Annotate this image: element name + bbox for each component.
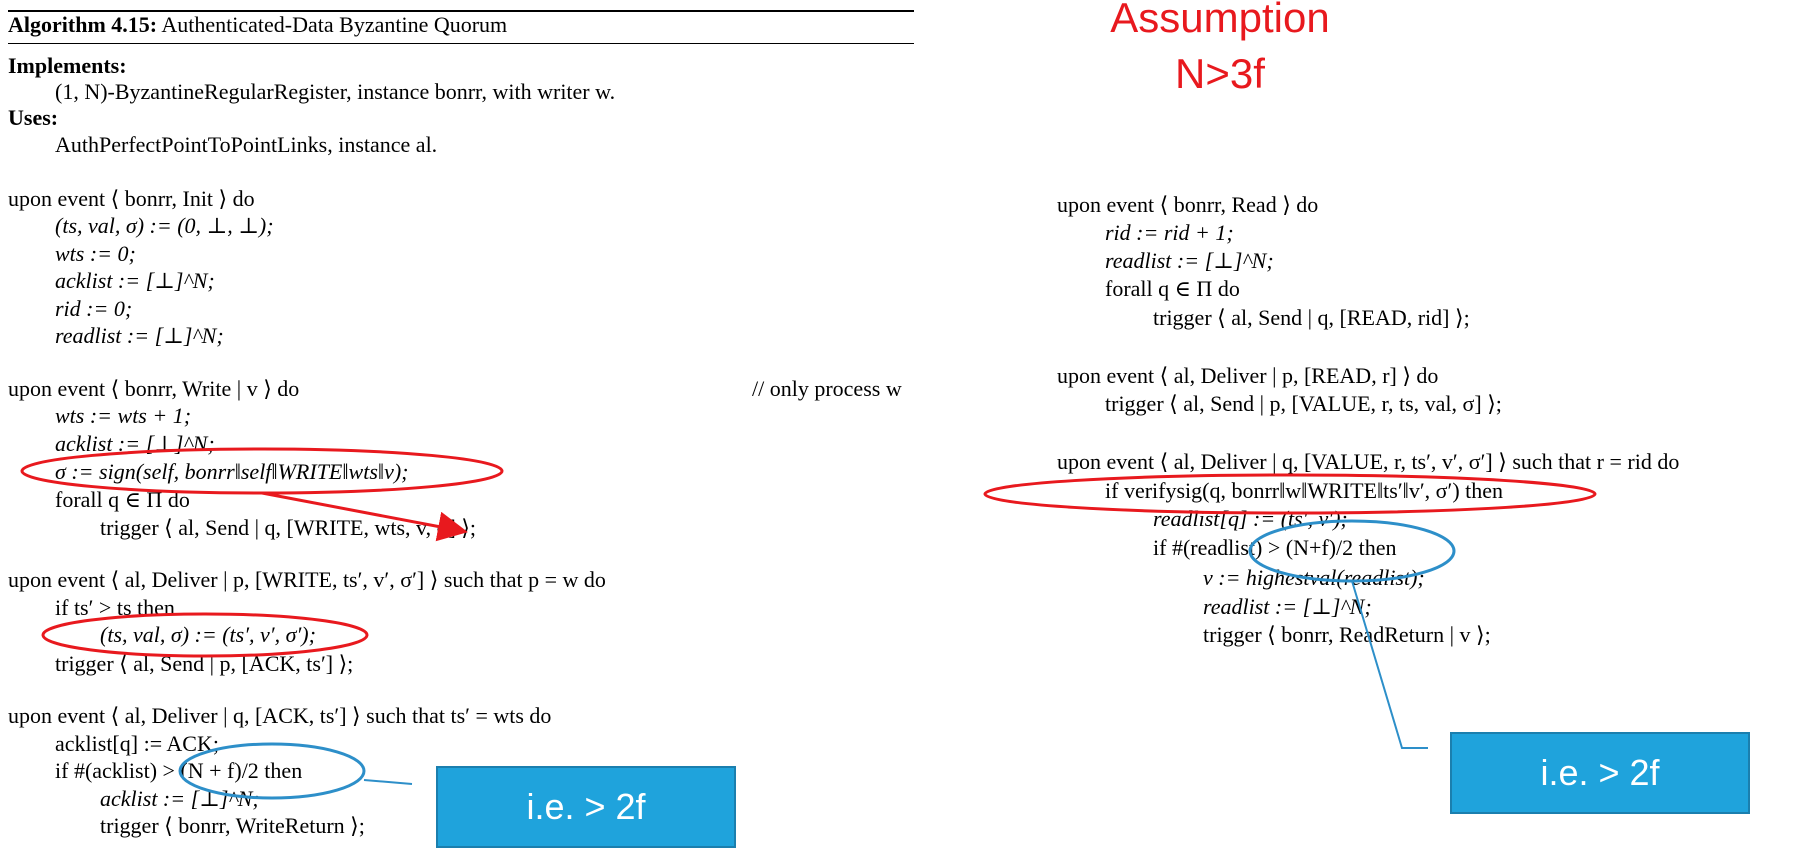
read-quorum-ellipse	[1248, 519, 1456, 583]
update-highlight-ellipse	[41, 612, 369, 658]
sign-highlight-ellipse	[20, 447, 504, 495]
ack-quorum-callout: i.e. > 2f	[436, 766, 736, 848]
ack-quorum-ellipse	[178, 742, 366, 800]
annotation-overlay	[20, 447, 1597, 800]
read-callout-line	[1351, 580, 1428, 749]
sign-to-send-arrow	[261, 491, 468, 542]
ack-callout-line	[363, 779, 413, 785]
read-quorum-callout: i.e. > 2f	[1450, 732, 1750, 814]
verify-highlight-ellipse	[983, 473, 1597, 515]
